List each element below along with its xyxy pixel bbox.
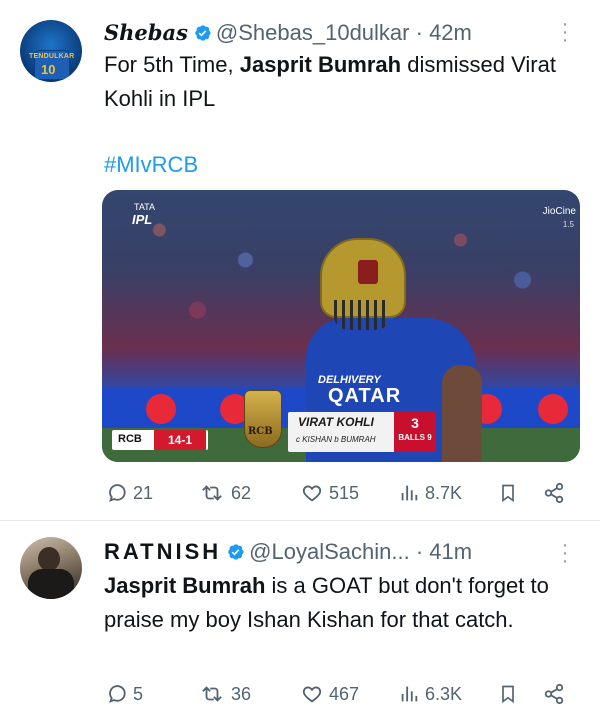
jersey-sponsor: QATAR — [328, 385, 402, 407]
reply-icon — [109, 685, 126, 703]
bookmark-icon — [502, 685, 514, 704]
like-button[interactable]: 515 — [300, 478, 359, 508]
verified-badge-icon — [228, 544, 244, 560]
user-handle[interactable]: @Shebas_10dulkar — [216, 20, 410, 45]
bookmark-icon — [502, 484, 514, 503]
batter-name: VIRAT KOHLI — [298, 415, 374, 429]
helmet-badge — [358, 260, 378, 284]
helmet-grill — [334, 300, 390, 330]
share-icon — [544, 482, 564, 504]
balls-value: BALLS 9 — [398, 433, 432, 442]
like-count: 467 — [329, 684, 360, 704]
action-bar: 21 62 515 8.7K — [102, 478, 572, 508]
scoreboard: RCB 14-1 — [112, 430, 208, 450]
reply-button[interactable]: 5 — [106, 679, 143, 709]
runs-value: 3 — [411, 415, 419, 431]
runs-box: 3 BALLS 9 — [394, 412, 436, 452]
bookmark-button[interactable] — [498, 679, 518, 709]
repost-button[interactable]: 36 — [198, 679, 251, 709]
score-value: 14-1 — [154, 430, 206, 450]
dismissal-graphic: VIRAT KOHLI c KISHAN b BUMRAH 3 BALLS 9 — [288, 412, 436, 452]
tweet-header: RATNISH @LoyalSachin... · 41m — [104, 535, 530, 569]
team-logo-text: RCB — [248, 426, 273, 437]
bookmark-button[interactable] — [498, 478, 518, 508]
like-icon — [302, 686, 322, 703]
tweet-text: Jasprit Bumrah is a GOAT but don't forge… — [104, 569, 584, 637]
tweet[interactable]: TENDULKAR 10 Shebas @Shebas_10dulkar · 42… — [0, 0, 600, 521]
more-options-icon[interactable]: · · · — [554, 535, 576, 571]
dismissal-text: c KISHAN b BUMRAH — [296, 435, 376, 444]
views-count: 6.3K — [425, 684, 463, 704]
tweet-time[interactable]: · 42m — [416, 20, 472, 45]
like-button[interactable]: 467 — [300, 679, 359, 709]
avatar[interactable] — [20, 537, 82, 599]
avatar-photo-head — [38, 547, 60, 571]
ipl-logo: IPL — [132, 212, 153, 227]
banner-logo — [538, 394, 568, 424]
views-icon — [401, 686, 418, 702]
tweet-text-bold: Jasprit Bumrah — [104, 573, 266, 598]
banner-logo — [146, 394, 176, 424]
tweet-media[interactable]: TATA IPL JioCine 1.5 DELHIVERY QATAR RCB… — [102, 190, 580, 462]
share-button[interactable] — [542, 478, 566, 508]
team-logo — [244, 390, 282, 448]
avatar-photo-body — [28, 569, 74, 599]
views-button[interactable]: 6.3K — [398, 679, 462, 709]
hashtag-link[interactable]: #MIvRCB — [104, 148, 584, 182]
tweet-text-part: For 5th Time, — [104, 52, 240, 77]
tweet-header: Shebas @Shebas_10dulkar · 42m — [104, 16, 530, 50]
tweet-time[interactable]: · 41m — [416, 539, 472, 564]
views-icon — [401, 485, 418, 501]
reply-button[interactable]: 21 — [106, 478, 153, 508]
broadcaster-label: JioCine — [542, 206, 576, 217]
broadcaster-sub: 1.5 — [562, 220, 574, 229]
score-team: RCB — [118, 433, 142, 445]
more-options-icon[interactable]: · · · — [554, 14, 576, 50]
repost-icon — [202, 485, 222, 501]
display-name[interactable]: Shebas — [104, 20, 188, 45]
like-icon — [302, 485, 322, 502]
repost-count: 36 — [231, 684, 252, 704]
tweet-text: For 5th Time, Jasprit Bumrah dismissed V… — [104, 48, 584, 116]
verified-badge-icon — [195, 25, 211, 41]
tweet[interactable]: RATNISH @LoyalSachin... · 41m · · · Jasprit… — [0, 521, 600, 715]
share-button[interactable] — [542, 679, 566, 709]
views-button[interactable]: 8.7K — [398, 478, 462, 508]
views-count: 8.7K — [425, 483, 463, 503]
repost-icon — [202, 686, 222, 702]
avatar-jersey-name: TENDULKAR — [29, 53, 75, 60]
reply-count: 21 — [133, 483, 154, 503]
share-icon — [544, 683, 564, 705]
avatar-jersey-number: 10 — [41, 62, 56, 77]
repost-count: 62 — [231, 483, 252, 503]
tweet-text-bold: Jasprit Bumrah — [239, 52, 402, 77]
action-bar: 5 36 467 6.3K — [102, 679, 572, 709]
player-arm — [442, 365, 482, 462]
user-handle[interactable]: @LoyalSachin... — [249, 539, 410, 564]
reply-icon — [109, 484, 126, 502]
display-name[interactable]: RATNISH — [104, 539, 221, 564]
ipl-sponsor-mark: TATA — [134, 202, 155, 212]
reply-count: 5 — [133, 684, 144, 704]
avatar[interactable]: TENDULKAR 10 — [20, 20, 82, 82]
repost-button[interactable]: 62 — [198, 478, 251, 508]
like-count: 515 — [329, 483, 360, 503]
